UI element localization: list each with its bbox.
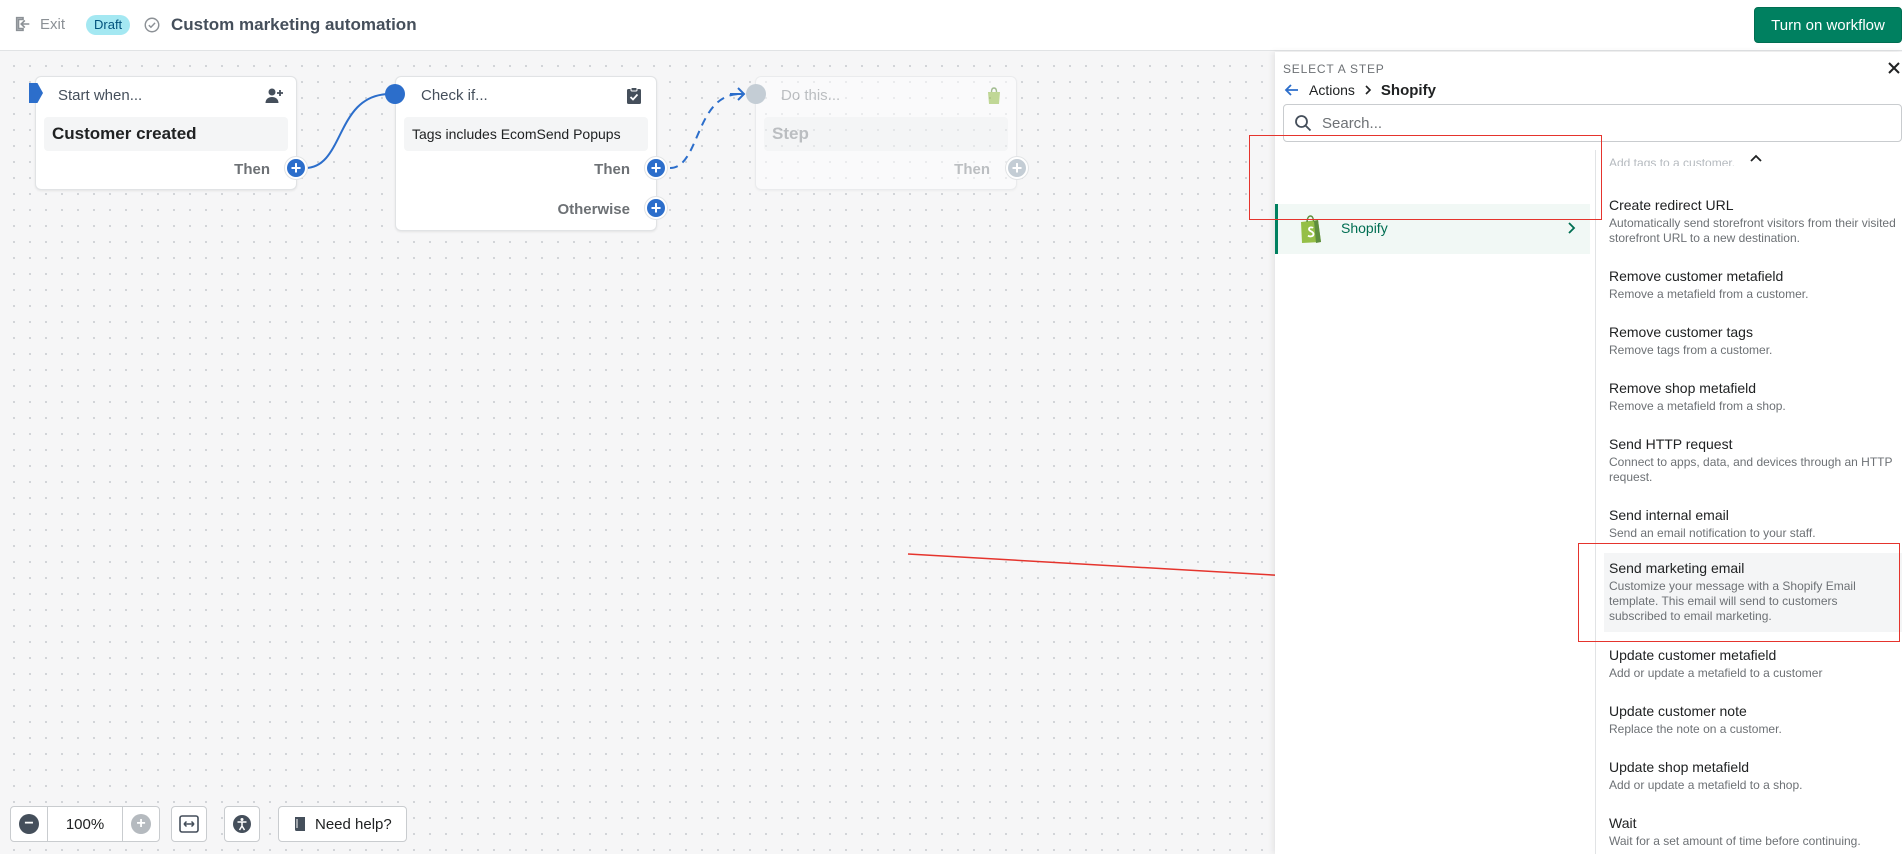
action-description: Remove tags from a customer. bbox=[1609, 343, 1773, 357]
action-title: Remove customer tags bbox=[1609, 324, 1753, 340]
exit-icon bbox=[15, 16, 30, 32]
workflow-title: Custom marketing automation bbox=[171, 15, 417, 34]
category-item-label: Shopify bbox=[1341, 220, 1388, 236]
action-item-remove-customer-metafield[interactable]: Remove customer metafield Remove a metaf… bbox=[1604, 263, 1902, 306]
action-title: Update customer note bbox=[1609, 703, 1747, 719]
action-title: Send internal email bbox=[1609, 507, 1729, 523]
panel-eyebrow: SELECT A STEP bbox=[1283, 62, 1385, 76]
breadcrumb-actions[interactable]: Actions bbox=[1309, 82, 1355, 98]
close-icon[interactable] bbox=[1886, 60, 1902, 76]
action-value: Step bbox=[772, 124, 809, 143]
accessibility-button[interactable] bbox=[224, 806, 260, 842]
action-title: Send HTTP request bbox=[1609, 436, 1733, 452]
action-title: Create redirect URL bbox=[1609, 197, 1734, 213]
condition-input-dot bbox=[385, 84, 405, 104]
need-help-label: Need help? bbox=[315, 815, 392, 833]
action-description: Send an email notification to your staff… bbox=[1609, 526, 1816, 540]
action-header: Do this... bbox=[756, 77, 1016, 115]
trigger-header-label: Start when... bbox=[58, 87, 143, 104]
action-value-box: Step bbox=[764, 117, 1008, 151]
category-list: Shopify bbox=[1275, 150, 1595, 854]
zoom-out-button[interactable]: − bbox=[11, 807, 47, 841]
plus-icon: + bbox=[131, 814, 151, 834]
action-list: Add tags to a customer. Create redirect … bbox=[1595, 150, 1902, 854]
trigger-value-box: Customer created bbox=[44, 117, 288, 151]
top-bar: Exit Draft Custom marketing automation T… bbox=[0, 0, 1902, 51]
action-description: Add or update a metafield to a shop. bbox=[1609, 778, 1803, 792]
action-node[interactable]: Do this... Step Then bbox=[755, 76, 1017, 190]
action-title: Update customer metafield bbox=[1609, 647, 1777, 663]
add-person-icon bbox=[265, 88, 283, 103]
search-input[interactable] bbox=[1322, 114, 1822, 132]
condition-then-add-button[interactable]: + bbox=[645, 157, 667, 179]
search-icon bbox=[1295, 115, 1312, 132]
status-badge: Draft bbox=[86, 15, 131, 35]
book-icon bbox=[295, 817, 305, 831]
action-item-remove-shop-metafield[interactable]: Remove shop metafield Remove a metafield… bbox=[1604, 375, 1902, 418]
condition-header: Check if... bbox=[396, 77, 656, 115]
need-help-button[interactable]: Need help? bbox=[278, 806, 407, 842]
zoom-controls: − 100% + bbox=[10, 806, 160, 842]
fit-view-button[interactable] bbox=[171, 806, 207, 842]
action-description: Automatically send storefront visitors f… bbox=[1609, 216, 1896, 245]
action-description: Remove a metafield from a shop. bbox=[1609, 399, 1786, 413]
zoom-in-button[interactable]: + bbox=[123, 807, 159, 841]
zoom-level: 100% bbox=[47, 807, 123, 841]
action-title: Update shop metafield bbox=[1609, 759, 1750, 775]
accessibility-icon bbox=[233, 815, 251, 833]
action-input-dot bbox=[746, 84, 766, 104]
trigger-header: Start when... bbox=[36, 77, 296, 115]
annotation-box-shopify-category bbox=[1249, 135, 1602, 220]
condition-header-label: Check if... bbox=[421, 87, 488, 104]
action-item-update-customer-metafield[interactable]: Update customer metafield Add or update … bbox=[1604, 642, 1902, 685]
action-description: Remove a metafield from a customer. bbox=[1609, 287, 1809, 301]
fit-to-screen-icon bbox=[179, 815, 199, 833]
action-header-label: Do this... bbox=[781, 87, 841, 104]
chevron-right-icon bbox=[1568, 222, 1576, 234]
action-item-update-customer-note[interactable]: Update customer note Replace the note on… bbox=[1604, 698, 1902, 741]
back-arrow-icon[interactable] bbox=[1283, 81, 1301, 99]
trigger-then-add-button[interactable]: + bbox=[285, 157, 307, 179]
action-then-label: Then bbox=[954, 161, 990, 178]
condition-otherwise-label: Otherwise bbox=[557, 201, 630, 218]
breadcrumb: Actions Shopify bbox=[1283, 81, 1436, 99]
exit-label: Exit bbox=[40, 15, 66, 33]
exit-button[interactable]: Exit bbox=[14, 15, 65, 33]
condition-node[interactable]: Check if... Tags includes EcomSend Popup… bbox=[395, 76, 657, 231]
trigger-then-label: Then bbox=[234, 161, 270, 178]
cut-off-action-text: Add tags to a customer. bbox=[1609, 156, 1736, 166]
turn-on-workflow-button[interactable]: Turn on workflow bbox=[1754, 7, 1902, 43]
clipboard-check-icon bbox=[627, 87, 641, 104]
minus-icon: − bbox=[19, 814, 39, 834]
trigger-value: Customer created bbox=[52, 124, 197, 143]
condition-value: Tags includes EcomSend Popups bbox=[412, 126, 621, 142]
action-item-send-internal-email[interactable]: Send internal email Send an email notifi… bbox=[1604, 502, 1902, 545]
action-item-create-redirect-url[interactable]: Create redirect URL Automatically send s… bbox=[1604, 192, 1902, 250]
condition-otherwise-add-button[interactable]: + bbox=[645, 197, 667, 219]
action-description: Connect to apps, data, and devices throu… bbox=[1609, 455, 1893, 484]
condition-value-box: Tags includes EcomSend Popups bbox=[404, 117, 648, 151]
action-item-wait[interactable]: Wait Wait for a set amount of time befor… bbox=[1604, 810, 1902, 853]
check-circle-icon bbox=[144, 17, 160, 33]
chevron-up-icon[interactable] bbox=[1749, 152, 1763, 164]
condition-then-label: Then bbox=[594, 161, 630, 178]
action-description: Replace the note on a customer. bbox=[1609, 722, 1782, 736]
action-item-remove-customer-tags[interactable]: Remove customer tags Remove tags from a … bbox=[1604, 319, 1902, 362]
action-description: Wait for a set amount of time before con… bbox=[1609, 834, 1861, 848]
annotation-box-send-marketing-email bbox=[1578, 543, 1900, 642]
action-title: Wait bbox=[1609, 815, 1637, 831]
action-item-send-http-request[interactable]: Send HTTP request Connect to apps, data,… bbox=[1604, 431, 1902, 489]
action-then-add-button[interactable]: + bbox=[1006, 157, 1028, 179]
action-description: Add or update a metafield to a customer bbox=[1609, 666, 1823, 680]
action-item-update-shop-metafield[interactable]: Update shop metafield Add or update a me… bbox=[1604, 754, 1902, 797]
shopify-bag-icon bbox=[988, 87, 1000, 104]
action-title: Remove shop metafield bbox=[1609, 380, 1757, 396]
action-title: Remove customer metafield bbox=[1609, 268, 1784, 284]
chevron-right-icon bbox=[1365, 85, 1372, 95]
breadcrumb-current: Shopify bbox=[1380, 81, 1436, 99]
trigger-node[interactable]: Start when... Customer created Then bbox=[35, 76, 297, 190]
workflow-canvas[interactable]: Start when... Customer created Then + Ch… bbox=[0, 52, 1275, 854]
